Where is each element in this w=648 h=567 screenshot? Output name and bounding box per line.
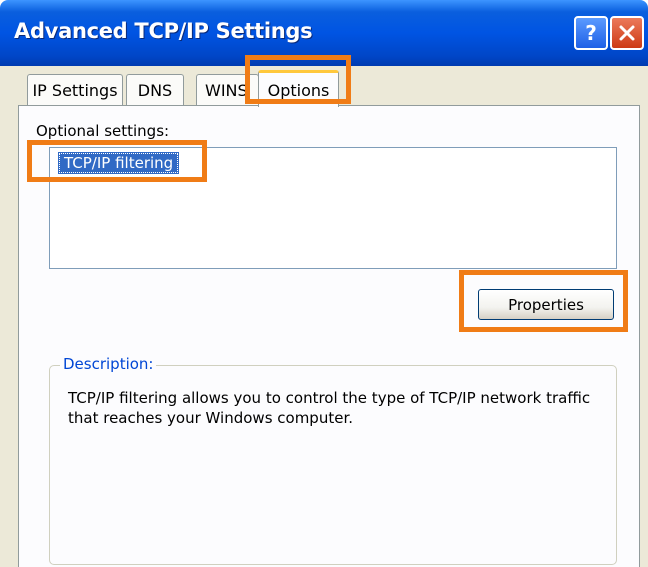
dialog-body: IP Settings DNS WINS Options Optional se… [0, 66, 648, 567]
close-icon [619, 25, 635, 41]
help-button[interactable]: ? [574, 16, 608, 50]
properties-button[interactable]: Properties [478, 289, 614, 320]
help-icon: ? [585, 22, 597, 44]
title-bar[interactable]: Advanced TCP/IP Settings ? [0, 0, 648, 66]
options-panel: Optional settings: TCP/IP filtering Prop… [18, 105, 640, 567]
description-group: Description: TCP/IP filtering allows you… [49, 355, 617, 565]
optional-settings-label: Optional settings: [36, 122, 170, 140]
description-title: Description: [60, 355, 157, 373]
svg-text:?: ? [585, 22, 597, 44]
list-item-tcpip-filtering[interactable]: TCP/IP filtering [58, 152, 180, 174]
close-button[interactable] [610, 16, 644, 50]
dialog-window: Advanced TCP/IP Settings ? IP Settings D… [0, 0, 648, 567]
window-title: Advanced TCP/IP Settings [14, 19, 313, 43]
optional-settings-list[interactable]: TCP/IP filtering [49, 147, 617, 269]
description-text: TCP/IP filtering allows you to control t… [68, 389, 591, 427]
tab-wins[interactable]: WINS [196, 74, 259, 106]
tab-dns[interactable]: DNS [126, 74, 184, 106]
tab-ip-settings[interactable]: IP Settings [27, 74, 123, 106]
tab-options[interactable]: Options [258, 70, 339, 107]
